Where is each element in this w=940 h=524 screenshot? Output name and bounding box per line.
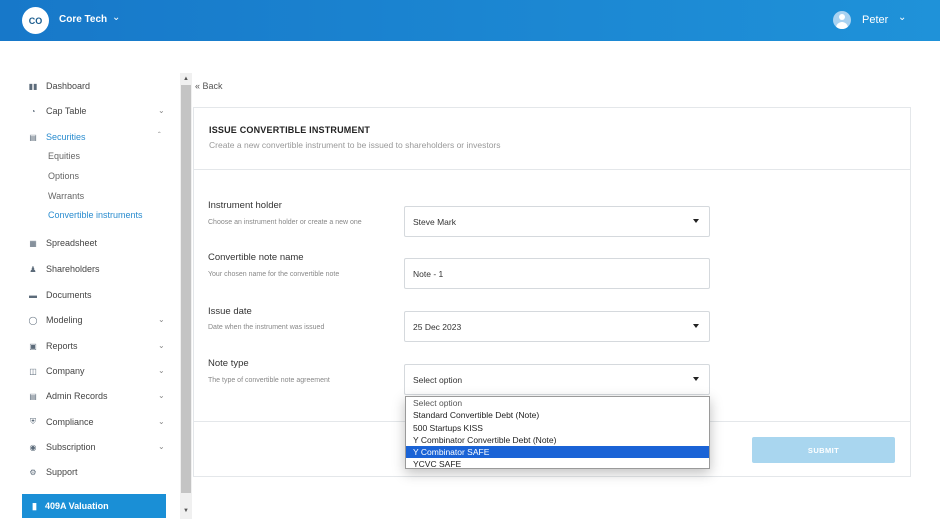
sidebar-item-reports[interactable]: ▣ Reports: [28, 339, 78, 353]
sidebar-subitem-equities[interactable]: Equities: [48, 151, 80, 161]
chevron-down-icon[interactable]: ⌄: [158, 106, 165, 115]
caret-down-icon: [693, 219, 699, 223]
dropdown-option[interactable]: Standard Convertible Debt (Note): [406, 409, 709, 421]
building-icon: ◫: [29, 366, 37, 376]
sidebar-item-support[interactable]: ⚙ Support: [28, 465, 78, 479]
scroll-thumb[interactable]: [181, 85, 191, 493]
sidebar-item-label: Support: [46, 467, 78, 477]
sidebar-item-label: Admin Records: [46, 391, 108, 401]
document-icon: ▮: [32, 500, 37, 511]
note-type-help: The type of convertible note agreement: [208, 377, 330, 384]
sidebar-item-shareholders[interactable]: ♟ Shareholders: [28, 262, 100, 276]
chevron-up-icon[interactable]: ˆ: [158, 131, 161, 140]
note-name-help: Your chosen name for the convertible not…: [208, 271, 340, 278]
chevron-down-icon[interactable]: ⌄: [158, 366, 165, 375]
dropdown-option[interactable]: Y Combinator Convertible Debt (Note): [406, 434, 709, 446]
sidebar-item-label: Reports: [46, 341, 78, 351]
sidebar: ▮▮ Dashboard ◔ Cap Table ⌄ ▤ Securities …: [0, 41, 180, 524]
spreadsheet-icon: ▦: [29, 238, 37, 248]
issue-date-help: Date when the instrument was issued: [208, 324, 325, 331]
dropdown-option[interactable]: 500 Startups KISS: [406, 422, 709, 434]
dropdown-option[interactable]: Select option: [406, 397, 709, 409]
sidebar-item-compliance[interactable]: ⛨ Compliance: [28, 415, 94, 429]
sidebar-item-cap-table[interactable]: ◔ Cap Table: [28, 104, 87, 118]
sidebar-item-dashboard[interactable]: ▮▮ Dashboard: [28, 79, 90, 93]
chevron-down-icon[interactable]: ⌄: [158, 341, 165, 350]
top-bar: CO Core Tech ⌄ Peter ⌄: [0, 0, 940, 41]
sidebar-item-subscription[interactable]: ◉ Subscription: [28, 440, 96, 454]
dropdown-option[interactable]: YCVC SAFE: [406, 458, 709, 470]
valuation-label: 409A Valuation: [44, 501, 109, 511]
sidebar-item-securities[interactable]: ▤ Securities: [28, 130, 86, 144]
note-type-value: Select option: [413, 374, 463, 385]
instrument-holder-select[interactable]: Steve Mark: [404, 206, 710, 237]
submit-button[interactable]: SUBMIT: [752, 437, 895, 463]
sidebar-item-label: Securities: [46, 132, 86, 142]
issue-date-value: 25 Dec 2023: [413, 321, 462, 332]
sidebar-item-admin-records[interactable]: ▤ Admin Records: [28, 389, 108, 403]
chevron-down-icon[interactable]: ⌄: [158, 315, 165, 324]
note-type-label: Note type: [208, 358, 249, 369]
support-icon: ⚙: [29, 467, 37, 477]
sidebar-item-label: Compliance: [46, 417, 94, 427]
sidebar-item-documents[interactable]: ▬ Documents: [28, 288, 92, 302]
chevron-down-icon[interactable]: ⌄: [158, 417, 165, 426]
pie-chart-icon: ◔: [30, 106, 36, 116]
folder-icon: ▬: [29, 290, 37, 300]
sidebar-item-label: Dashboard: [46, 81, 91, 91]
caret-down-icon: [693, 324, 699, 328]
sidebar-item-modeling[interactable]: ◯ Modeling: [28, 313, 83, 327]
chevron-down-icon[interactable]: ⌄: [898, 12, 906, 23]
shield-icon: ⛨: [30, 417, 36, 426]
sidebar-item-spreadsheet[interactable]: ▦ Spreadsheet: [28, 236, 97, 250]
chevron-down-icon[interactable]: ⌄: [158, 442, 165, 451]
page-title: ISSUE CONVERTIBLE INSTRUMENT: [209, 125, 371, 135]
sidebar-item-company[interactable]: ◫ Company: [28, 364, 85, 378]
subscription-icon: ◉: [29, 442, 37, 452]
409a-valuation-button[interactable]: ▮ 409A Valuation: [22, 494, 166, 518]
note-name-label: Convertible note name: [208, 252, 304, 263]
chevron-down-icon[interactable]: ⌄: [158, 391, 165, 400]
dropdown-option-highlighted[interactable]: Y Combinator SAFE: [406, 446, 709, 459]
sidebar-item-label: Subscription: [46, 442, 96, 452]
dashboard-icon: ▮▮: [28, 81, 38, 91]
form-card-header: ISSUE CONVERTIBLE INSTRUMENT Create a ne…: [194, 108, 910, 170]
note-type-select[interactable]: Select option: [404, 364, 710, 395]
note-type-dropdown-list: Select option Standard Convertible Debt …: [405, 396, 710, 469]
note-name-value: Note - 1: [413, 268, 444, 279]
lightbulb-icon: ◯: [28, 315, 38, 325]
sidebar-item-label: Modeling: [46, 315, 83, 325]
sidebar-subitem-warrants[interactable]: Warrants: [48, 191, 84, 201]
caret-down-icon: [693, 377, 699, 381]
sidebar-item-label: Cap Table: [46, 106, 87, 116]
person-icon: ♟: [29, 264, 37, 274]
instrument-holder-value: Steve Mark: [413, 216, 456, 227]
sidebar-item-label: Documents: [46, 290, 92, 300]
note-name-input[interactable]: Note - 1: [404, 258, 710, 289]
instrument-holder-help: Choose an instrument holder or create a …: [208, 219, 362, 226]
sidebar-subitem-convertible-instruments[interactable]: Convertible instruments: [48, 210, 143, 220]
issue-date-label: Issue date: [208, 306, 252, 317]
scroll-down-arrow-icon[interactable]: ▼: [180, 505, 192, 517]
sidebar-item-label: Company: [46, 366, 85, 376]
records-icon: ▤: [29, 391, 37, 401]
instrument-holder-label: Instrument holder: [208, 200, 282, 211]
issue-date-select[interactable]: 25 Dec 2023: [404, 311, 710, 342]
user-avatar[interactable]: [833, 11, 851, 29]
sidebar-subitem-options[interactable]: Options: [48, 171, 79, 181]
page-subtitle: Create a new convertible instrument to b…: [209, 140, 501, 150]
sidebar-scrollbar[interactable]: ▲ ▼: [180, 73, 192, 519]
clipboard-icon: ▤: [29, 132, 37, 142]
scroll-up-arrow-icon[interactable]: ▲: [180, 73, 192, 85]
chevron-down-icon[interactable]: ⌄: [112, 12, 120, 23]
sidebar-item-label: Shareholders: [46, 264, 100, 274]
back-link[interactable]: « Back: [195, 81, 223, 91]
sidebar-item-label: Spreadsheet: [46, 238, 98, 248]
report-icon: ▣: [29, 341, 37, 351]
company-name[interactable]: Core Tech: [59, 14, 107, 25]
company-avatar[interactable]: CO: [22, 7, 49, 34]
user-name[interactable]: Peter: [862, 14, 888, 26]
